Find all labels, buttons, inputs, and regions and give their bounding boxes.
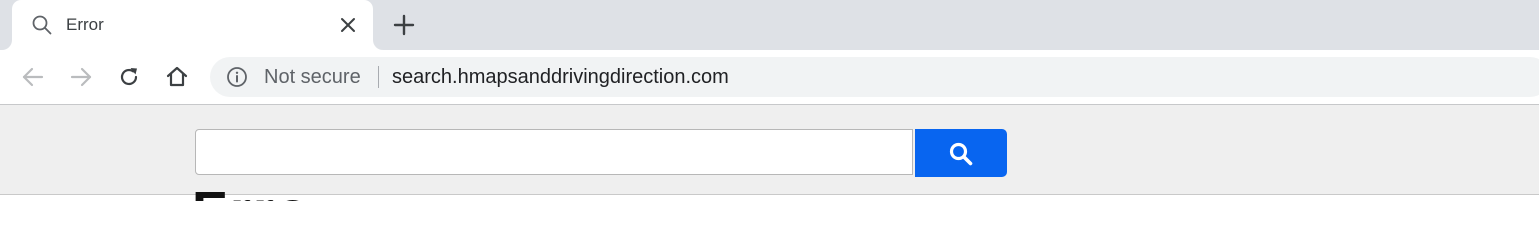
reload-button[interactable] xyxy=(116,64,142,90)
page-heading: Erro xyxy=(192,181,311,201)
tab-edge-right xyxy=(373,40,383,50)
tab-strip: Error xyxy=(0,0,1539,50)
arrow-right-icon xyxy=(70,67,92,87)
search-icon xyxy=(31,14,53,36)
address-bar[interactable]: Not secure search.hmapsanddrivingdirecti… xyxy=(210,57,1539,97)
plus-icon xyxy=(393,14,415,36)
info-icon[interactable] xyxy=(226,66,248,88)
tab-error[interactable]: Error xyxy=(2,0,383,50)
reload-icon xyxy=(120,68,138,86)
close-icon[interactable] xyxy=(337,14,359,36)
home-icon xyxy=(166,66,188,87)
tab-edge-left xyxy=(2,40,12,50)
search-input[interactable] xyxy=(195,129,913,175)
search-icon xyxy=(949,142,973,166)
url-text[interactable]: search.hmapsanddrivingdirection.com xyxy=(392,66,729,88)
browser-toolbar: Not secure search.hmapsanddrivingdirecti… xyxy=(0,50,1539,105)
back-button[interactable] xyxy=(20,64,46,90)
new-tab-button[interactable] xyxy=(391,12,417,38)
security-status-label[interactable]: Not secure xyxy=(264,66,361,88)
home-button[interactable] xyxy=(164,64,190,90)
tab-title: Error xyxy=(66,15,104,34)
arrow-left-icon xyxy=(22,67,44,87)
omnibox-divider xyxy=(378,66,379,88)
search-button[interactable] xyxy=(915,129,1007,177)
forward-button[interactable] xyxy=(68,64,94,90)
page-content: Erro xyxy=(0,105,1539,201)
